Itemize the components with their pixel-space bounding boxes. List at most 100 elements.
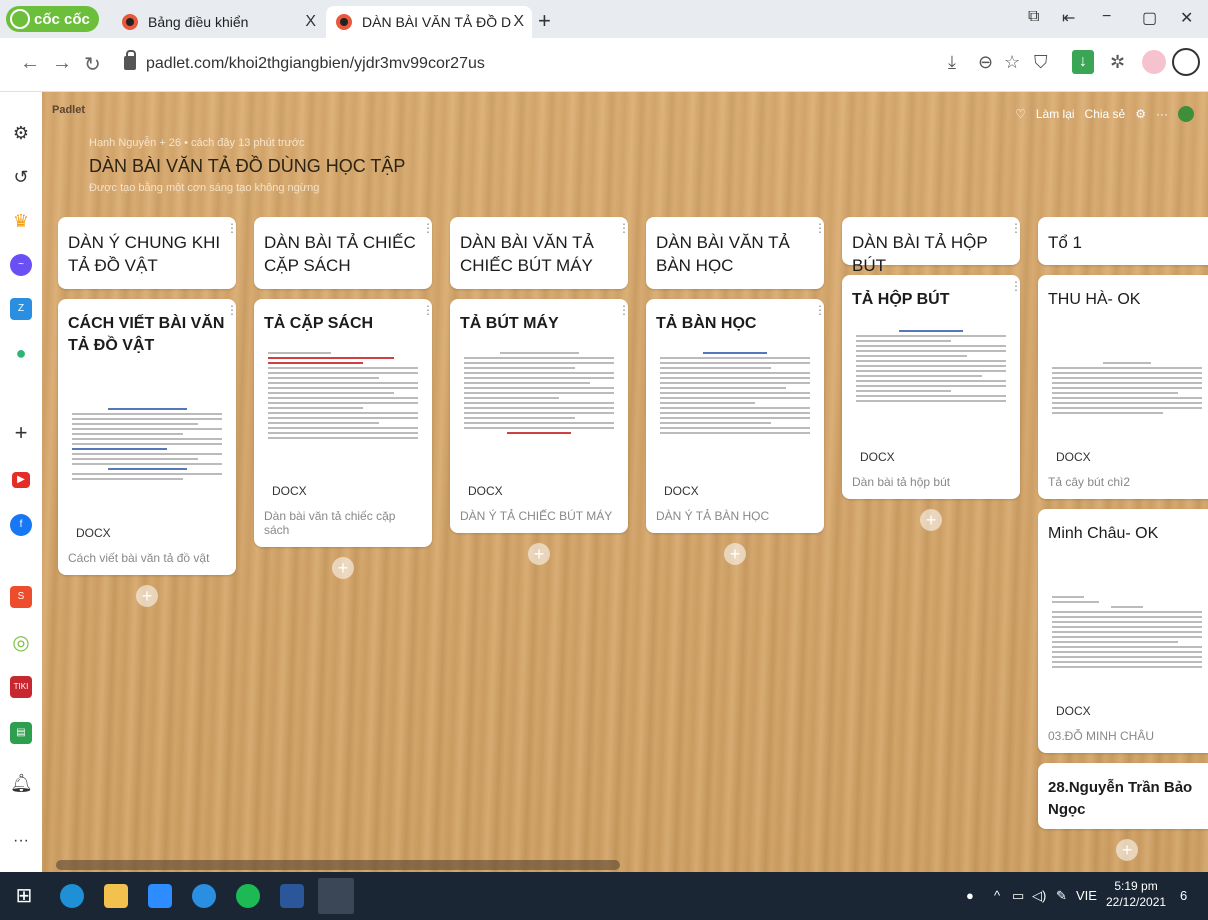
padlet-logo[interactable]: Padlet [52,104,85,116]
horizontal-scrollbar[interactable] [42,856,1208,872]
post-card[interactable]: CÁCH VIẾT BÀI VĂN TẢ ĐỒ VẬT ⋮ DOCX Cách … [58,299,238,575]
shopee-icon[interactable]: S [10,586,32,608]
language-indicator[interactable]: VIE [1076,888,1097,903]
pen-icon[interactable]: ✎ [1056,888,1067,904]
game-controller-icon[interactable]: ● [10,342,32,364]
share-button[interactable]: Chia sẻ [1085,107,1126,121]
close-tab-icon[interactable]: X [305,13,316,31]
coccoc-menu-button[interactable]: cốc cốc [6,6,99,32]
more-icon[interactable]: ··· [1156,107,1168,121]
document-preview[interactable]: DOCX [264,343,422,503]
reload-button[interactable]: ↻ [84,52,101,77]
network-icon[interactable]: ▭ [1012,888,1024,904]
add-post-button[interactable]: + [724,543,746,565]
avatar[interactable] [1178,106,1194,122]
profile-icon[interactable] [1172,48,1200,76]
savior-extension-icon[interactable] [1142,50,1166,74]
coccoc-game-icon[interactable]: ◎ [10,632,32,654]
messenger-icon[interactable]: ~ [10,254,32,276]
close-tab-icon[interactable]: X [513,13,524,31]
tray-chevron-icon[interactable]: ^ [994,888,1000,903]
close-window-button[interactable]: ✕ [1180,8,1193,28]
post-menu-icon[interactable]: ⋮ [422,304,434,316]
tab-dashboard[interactable]: Bảng điều khiển X [112,6,324,38]
column-menu-icon[interactable]: ⋮ [226,222,238,234]
clock[interactable]: 5:19 pm 22/12/2021 [1106,878,1166,910]
history-icon[interactable]: ↺ [10,166,32,188]
tab-search-icon[interactable]: ⧉ [1028,8,1039,26]
settings-gear-icon[interactable]: ⚙ [10,122,32,144]
column-header[interactable]: DÀN Ý CHUNG KHI TẢ ĐỒ VẬT ⋮ [58,217,238,289]
document-preview[interactable]: DOCX [68,365,226,545]
url-field[interactable]: padlet.com/khoi2thgiangbien/yjdr3mv99cor… [146,55,485,73]
add-post-button[interactable]: + [332,557,354,579]
download-page-icon[interactable]: ⤓ [948,52,956,73]
facebook-icon[interactable]: f [10,514,32,536]
add-sidebar-icon[interactable]: + [10,422,32,444]
zoom-icon[interactable]: ⊖ [978,52,993,73]
post-card[interactable]: THU HÀ- OK ⋮ DOCX Tả cây bút chì2 [1038,275,1208,499]
heart-icon[interactable]: ♡ [1015,107,1026,121]
bookmark-star-icon[interactable]: ☆ [1004,52,1020,73]
column-header[interactable]: DÀN BÀI VĂN TẢ CHIẾC BÚT MÁY ⋮ [450,217,630,289]
document-preview[interactable]: DOCX [460,343,618,503]
column-menu-icon[interactable]: ⋮ [1010,222,1022,234]
scrollbar-thumb[interactable] [56,860,620,870]
maximize-button[interactable]: ▢ [1142,8,1157,28]
tiki-icon[interactable]: TIKI [10,676,32,698]
post-menu-icon[interactable]: ⋮ [814,304,826,316]
column-header[interactable]: DÀN BÀI TẢ CHIẾC CẶP SÁCH ⋮ [254,217,434,289]
add-post-button[interactable]: + [136,585,158,607]
file-explorer-icon[interactable] [104,884,128,908]
post-card[interactable]: TẢ CẶP SÁCH ⋮ DOCX Dàn bài văn tả chiếc … [254,299,434,547]
coccoc-taskbar-icon[interactable] [318,878,354,914]
document-preview[interactable]: DOCX [1048,553,1206,723]
zalo-icon[interactable]: Z [10,298,32,320]
assistant-icon[interactable]: ● [966,888,974,903]
crown-icon[interactable]: ♛ [10,210,32,232]
bell-icon[interactable]: 🔔︎ [10,772,33,794]
column-menu-icon[interactable]: ⋮ [422,222,434,234]
settings-icon[interactable]: ⚙ [1135,107,1146,121]
minimize-button[interactable]: − [1102,8,1111,26]
column-menu-icon[interactable]: ⋮ [814,222,826,234]
post-card[interactable]: TẢ HỘP BÚT ⋮ DOCX Dàn bài tả hộp bút [842,275,1022,499]
post-card[interactable]: TẢ BÚT MÁY ⋮ DOCX DÀN Ý TẢ CHIẾC BÚT MÁY [450,299,630,533]
post-card[interactable]: TẢ BÀN HỌC ⋮ DOCX DÀN Ý TẢ BÀN HỌC [646,299,826,533]
remake-button[interactable]: Làm lại [1036,107,1075,121]
post-menu-icon[interactable]: ⋮ [1010,280,1022,292]
spotify-icon[interactable] [236,884,260,908]
notification-badge[interactable]: 6 [1180,888,1187,903]
add-post-button[interactable]: + [920,509,942,531]
document-preview[interactable]: DOCX [656,343,814,503]
zalo-app-icon[interactable] [192,884,216,908]
pin-icon[interactable]: ⇤ [1062,8,1075,28]
volume-icon[interactable]: ◁) [1032,888,1046,904]
lock-icon[interactable] [124,50,136,70]
download-icon[interactable]: ↓ [1072,50,1094,74]
document-preview[interactable]: DOCX [1048,319,1206,469]
extensions-icon[interactable]: ✲ [1110,52,1125,73]
zoom-app-icon[interactable] [148,884,172,908]
edge-icon[interactable] [60,884,84,908]
column-header[interactable]: Tổ 1 ⋮ [1038,217,1208,265]
back-button[interactable]: ← [20,52,40,75]
post-menu-icon[interactable]: ⋮ [618,304,630,316]
youtube-icon[interactable]: ▶ [12,472,30,488]
post-card[interactable]: 28.Nguyễn Trần Bảo Ngọc ⋮ [1038,763,1208,829]
windows-start-icon[interactable]: ⊞ [12,884,36,908]
column-menu-icon[interactable]: ⋮ [618,222,630,234]
tab-active-padlet[interactable]: DÀN BÀI VĂN TẢ ĐỒ DÙNG X [326,6,532,38]
column-header[interactable]: DÀN BÀI VĂN TẢ BÀN HỌC ⋮ [646,217,826,289]
shield-icon[interactable]: ⛉ [1034,52,1048,73]
new-tab-button[interactable]: + [538,8,551,34]
forward-button[interactable]: → [52,52,72,75]
word-icon[interactable] [280,884,304,908]
post-menu-icon[interactable]: ⋮ [226,304,238,316]
post-card[interactable]: Minh Châu- OK ⋮ DOCX 03.ĐỖ MINH CHÂU [1038,509,1208,753]
sheets-icon[interactable]: ▤ [10,722,32,744]
column-header[interactable]: DÀN BÀI TẢ HỘP BÚT ⋮ [842,217,1022,275]
document-preview[interactable]: DOCX [852,319,1010,469]
more-icon[interactable]: ··· [10,830,32,852]
add-post-button[interactable]: + [528,543,550,565]
